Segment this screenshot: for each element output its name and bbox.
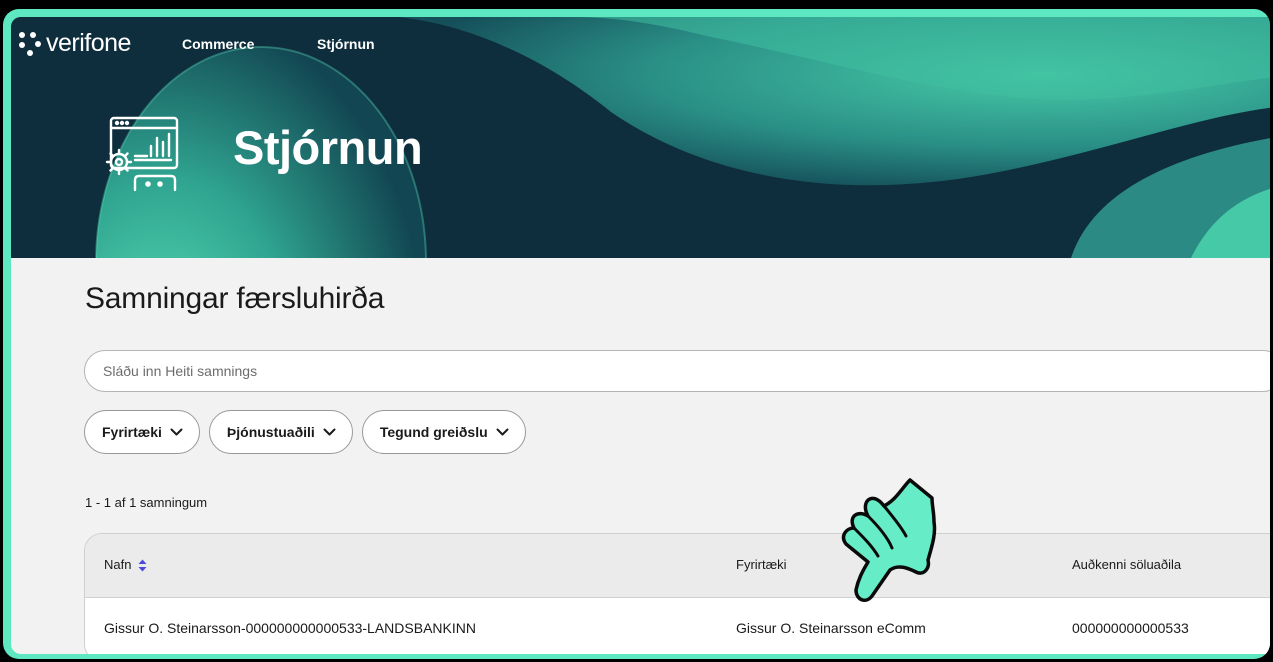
table-row[interactable]: Gissur O. Steinarsson-000000000000533-LA… [85, 598, 1270, 654]
column-header-audkenni: Auðkenni söluaðila [1072, 557, 1182, 572]
brand-name: verifone [46, 29, 131, 57]
dashboard-settings-icon [105, 116, 179, 192]
verifone-logo[interactable]: verifone [17, 29, 131, 58]
search-input[interactable] [84, 350, 1270, 392]
hero-banner: verifone Commerce Stjórnun Stjórnun [11, 17, 1270, 258]
column-header-fyrirtaeki: Fyrirtæki [736, 557, 787, 572]
logo-dots-icon [17, 30, 43, 58]
hero-background [11, 17, 1270, 258]
table-header: Nafn Fyrirtæki Auðkenni söluaðila [85, 534, 1270, 598]
page-title: Samningar færsluhirða [85, 282, 385, 315]
chevron-down-icon [496, 428, 509, 436]
filter-thjonustuadili[interactable]: Þjónustuaðili [208, 410, 353, 454]
nav-stjornun[interactable]: Stjórnun [317, 36, 375, 52]
filter-label: Tegund greiðslu [379, 424, 488, 440]
hero-title: Stjórnun [233, 121, 423, 174]
results-count: 1 - 1 af 1 samningum [85, 495, 208, 510]
app-window: verifone Commerce Stjórnun Stjórnun Samn… [11, 17, 1270, 654]
filter-label: Þjónustuaðili [226, 424, 315, 440]
contracts-table: Nafn Fyrirtæki Auðkenni söluaðila Gissur… [84, 533, 1270, 654]
cell-fyrirtaeki: Gissur O. Steinarsson eComm [736, 620, 926, 636]
chevron-down-icon [323, 428, 336, 436]
filter-label: Fyrirtæki [102, 424, 162, 440]
filter-bar: Fyrirtæki Þjónustuaðili Tegund greiðslu [84, 410, 526, 454]
column-header-label: Nafn [104, 557, 132, 572]
filter-fyrirtaeki[interactable]: Fyrirtæki [84, 410, 200, 454]
cell-nafn: Gissur O. Steinarsson-000000000000533-LA… [104, 620, 476, 636]
column-header-nafn[interactable]: Nafn [104, 557, 147, 572]
chevron-down-icon [170, 428, 183, 436]
filter-tegund-greidslu[interactable]: Tegund greiðslu [361, 410, 526, 454]
screenshot-frame: verifone Commerce Stjórnun Stjórnun Samn… [3, 9, 1270, 659]
nav-commerce[interactable]: Commerce [182, 36, 254, 52]
cell-audkenni: 000000000000533 [1072, 620, 1189, 636]
pointing-hand-icon [841, 478, 937, 602]
main-content: Samningar færsluhirða Fyrirtæki Þjónustu… [11, 258, 1270, 654]
sort-icon[interactable] [138, 559, 147, 572]
